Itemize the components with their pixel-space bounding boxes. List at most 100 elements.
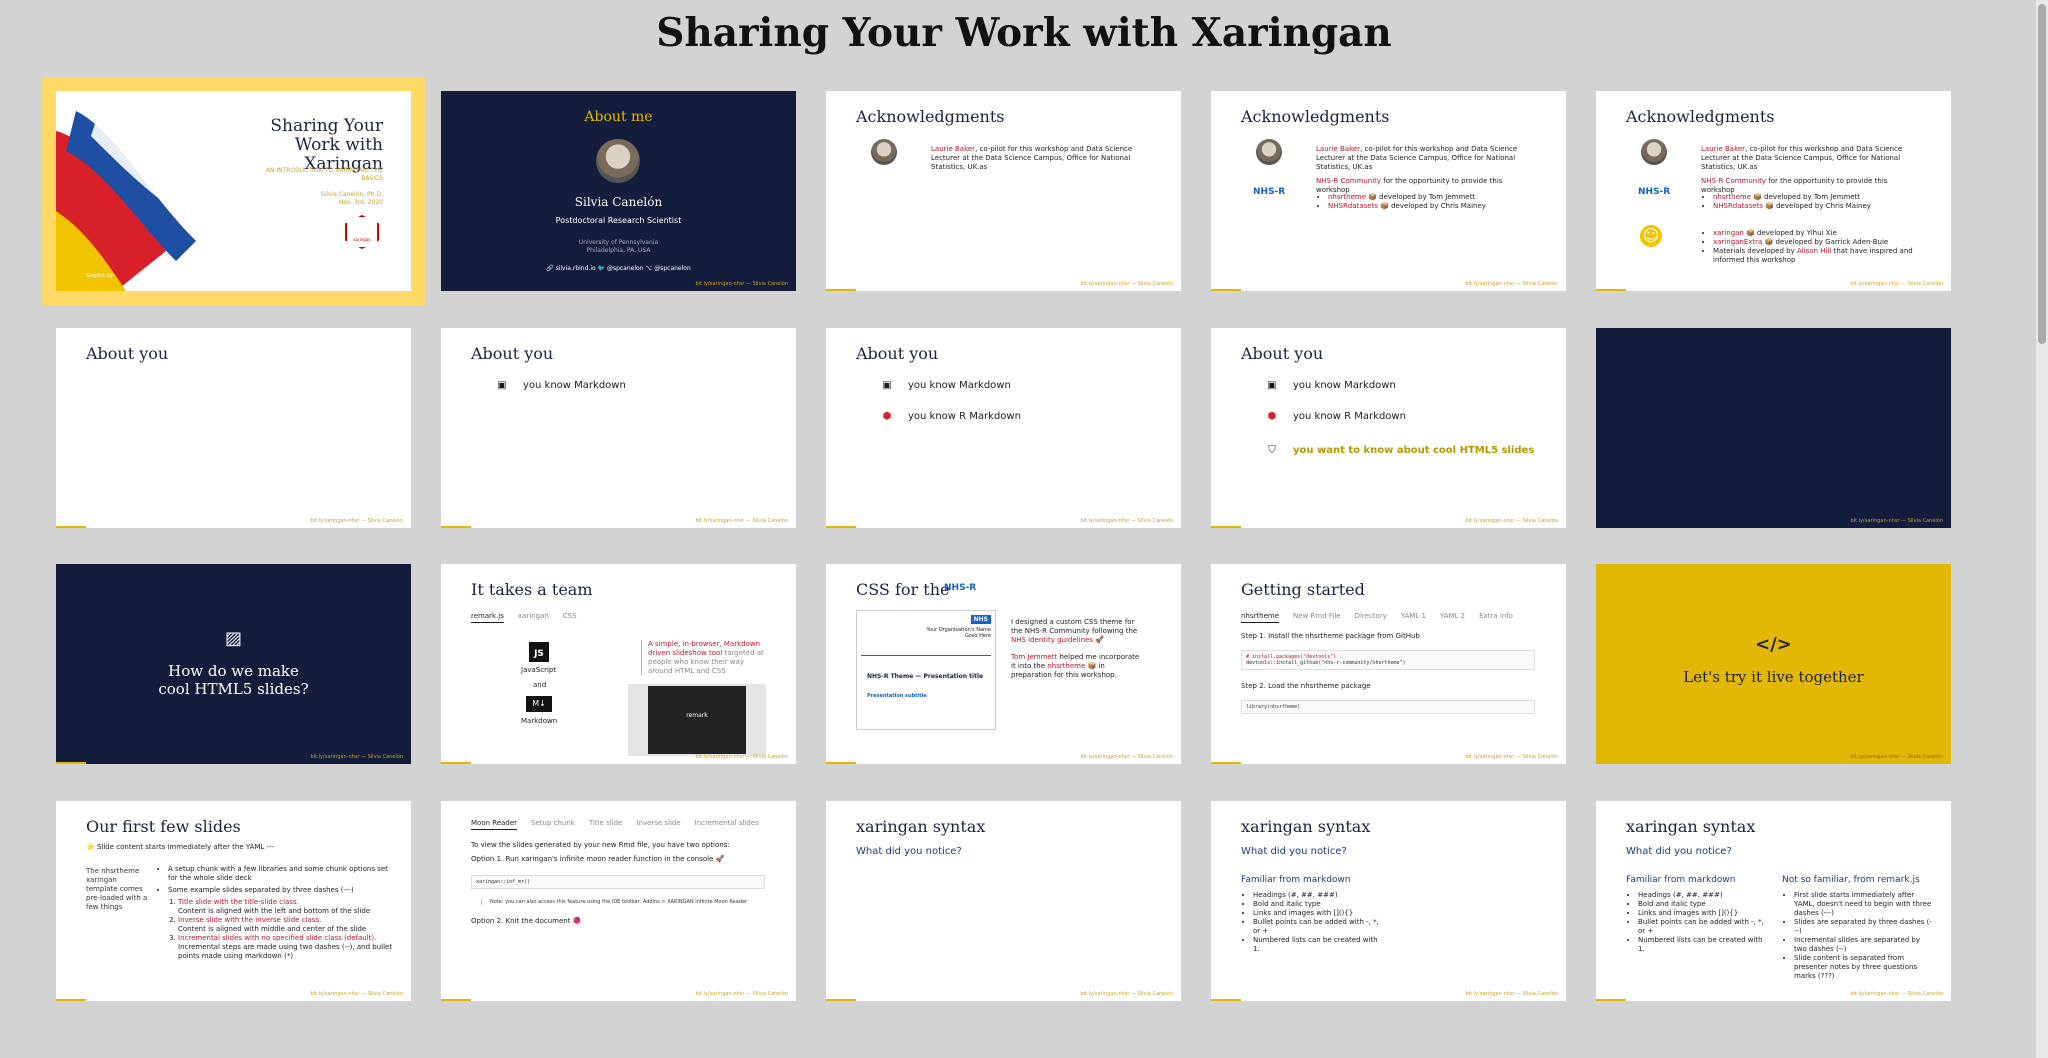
tab-moon-reader[interactable]: Moon Reader xyxy=(471,819,518,830)
avatar xyxy=(871,139,897,165)
image-icon: ▨ xyxy=(224,628,242,649)
page-title: Sharing Your Work with Xaringan xyxy=(656,10,1392,56)
slide-heading: Acknowledgments xyxy=(1626,107,1775,126)
tab-nhsrtheme[interactable]: nhsrtheme xyxy=(1241,612,1280,623)
slide-footer: bit.ly/xaringan-nhsr — Silvia Canelón xyxy=(695,281,788,287)
slide-footer: bit.ly/xaringan-nhsr — Silvia Canelón xyxy=(1080,754,1173,760)
tab-bar: nhsrtheme New Rmd File Directory YAML 1 … xyxy=(1241,612,1513,623)
author-link[interactable]: Alison Hill xyxy=(1797,247,1831,255)
guidelines-link[interactable]: NHS identity guidelines xyxy=(1011,636,1093,644)
slide-heading: About you xyxy=(856,344,939,363)
tab-yaml-1[interactable]: YAML 1 xyxy=(1401,612,1426,623)
slide-footer: bit.ly/xaringan-nhsr — Silvia Canelón xyxy=(1080,281,1173,287)
pkg-link[interactable]: nhsrtheme xyxy=(1328,193,1366,201)
pkg-link[interactable]: nhsrtheme xyxy=(1047,662,1085,670)
slide-12-team[interactable]: It takes a team remark.js xaringan CSS J… xyxy=(441,564,796,764)
progress-bar xyxy=(56,999,86,1001)
list-item: xaringanExtra 📦 developed by Garrick Ade… xyxy=(1713,238,1928,247)
slide-footer: bit.ly/xaringan-nhsr — Silvia Canelón xyxy=(1850,991,1943,997)
list-label: Title slide with the title-slide class. xyxy=(178,898,299,906)
list-item: Title slide with the title-slide class.C… xyxy=(178,898,396,916)
slide-17-moon-reader[interactable]: Moon Reader Setup chunk Title slide Inve… xyxy=(441,801,796,1001)
familiar-heading: Familiar from markdown xyxy=(1241,875,1351,885)
profile-name: Silvia Canelón xyxy=(574,195,663,209)
slide-18-syntax[interactable]: xaringan syntax What did you notice? bit… xyxy=(826,801,1181,1001)
list-desc: Content is aligned with middle and cente… xyxy=(178,925,367,933)
profile-role: Postdoctoral Research Scientist xyxy=(555,216,682,225)
slide-14-getting-started[interactable]: Getting started nhsrtheme New Rmd File D… xyxy=(1211,564,1566,764)
list-label: Incremental slides with no specified sli… xyxy=(178,934,377,942)
slide-19-syntax[interactable]: xaringan syntax What did you notice? Fam… xyxy=(1211,801,1566,1001)
person-link[interactable]: Tom Jemmett xyxy=(1011,653,1057,661)
slide-footer: bit.ly/xaringan-nhsr — Silvia Canelón xyxy=(1465,754,1558,760)
nhsr-link[interactable]: NHS-R Community xyxy=(1316,177,1381,185)
progress-bar xyxy=(826,289,856,291)
tab-inverse-slide[interactable]: Inverse slide xyxy=(636,819,680,830)
slide-10-blank[interactable]: bit.ly/xaringan-nhsr — Silvia Canelón xyxy=(1596,328,1951,528)
pkg-link[interactable]: xaringan xyxy=(1713,229,1744,237)
nhsr-link[interactable]: NHS-R Community xyxy=(1701,177,1766,185)
slide-footer: bit.ly/xaringan-nhsr — Silvia Canelón xyxy=(695,991,788,997)
avatar xyxy=(596,139,640,183)
xaringan-logo: xaringan xyxy=(345,215,379,249)
slide-11-question[interactable]: ▨ How do we make cool HTML5 slides? bit.… xyxy=(56,564,411,764)
progress-bar xyxy=(56,762,86,764)
list-item: Links and images with [](){} xyxy=(1638,909,1768,918)
about-text: you know Markdown xyxy=(523,380,626,391)
graphic-credit: Graphic by xyxy=(86,273,114,279)
tab-setup-chunk[interactable]: Setup chunk xyxy=(531,819,575,830)
ack-link[interactable]: Laurie Baker xyxy=(931,145,975,153)
slide-6-about-you[interactable]: About you bit.ly/xaringan-nhsr — Silvia … xyxy=(56,328,411,528)
tab-new-rmd[interactable]: New Rmd File xyxy=(1293,612,1341,623)
scrollbar-thumb[interactable] xyxy=(2038,4,2046,344)
tab-remark[interactable]: remark.js xyxy=(471,612,504,623)
ack-link[interactable]: Laurie Baker xyxy=(1701,145,1745,153)
vertical-scrollbar[interactable] xyxy=(2036,0,2048,1058)
slide-heading: xaringan syntax xyxy=(1241,817,1371,836)
pkg-link[interactable]: nhsrtheme xyxy=(1713,193,1751,201)
list-item: Incremental slides are separated by two … xyxy=(1794,936,1934,954)
progress-bar xyxy=(1596,999,1626,1001)
slide-15-live[interactable]: </> Let's try it live together bit.ly/xa… xyxy=(1596,564,1951,764)
progress-bar xyxy=(826,999,856,1001)
tab-title-slide[interactable]: Title slide xyxy=(589,819,623,830)
list-desc: Incremental steps are made using two das… xyxy=(178,943,393,960)
pkg-link[interactable]: xaringanExtra xyxy=(1713,238,1762,246)
pkg-desc: 📦 developed by Chris Mainey xyxy=(1377,202,1486,210)
pkg-desc: 📦 developed by Tom Jemmett xyxy=(1366,193,1476,201)
slide-2-about-me[interactable]: About me Silvia Canelón Postdoctoral Res… xyxy=(441,91,796,291)
slide-3-acknowledgments[interactable]: Acknowledgments Laurie Baker, co-pilot f… xyxy=(826,91,1181,291)
progress-bar xyxy=(826,526,856,528)
tab-directory[interactable]: Directory xyxy=(1355,612,1387,623)
ack-text: Laurie Baker, co-pilot for this workshop… xyxy=(1316,145,1536,172)
slide-9-about-you[interactable]: About you ▣ you know Markdown ⬢ you know R… xyxy=(1211,328,1566,528)
tab-xaringan[interactable]: xaringan xyxy=(518,612,549,623)
slide-16-first-slides[interactable]: Our first few slides ⭐ Slide content sta… xyxy=(56,801,411,1001)
code-icon: </> xyxy=(1755,634,1792,655)
css-description: I designed a custom CSS theme for the NH… xyxy=(1011,618,1146,680)
pkg-link[interactable]: NHSRdatasets xyxy=(1713,202,1763,210)
slide-4-acknowledgments[interactable]: Acknowledgments Laurie Baker, co-pilot f… xyxy=(1211,91,1566,291)
list-item: Bold and italic type xyxy=(1253,900,1383,909)
tab-incremental-slides[interactable]: Incremental slides xyxy=(695,819,759,830)
slide-heading: xaringan syntax xyxy=(1626,817,1756,836)
slide-5-acknowledgments[interactable]: Acknowledgments Laurie Baker, co-pilot f… xyxy=(1596,91,1951,291)
slide-20-syntax[interactable]: xaringan syntax What did you notice? Fam… xyxy=(1596,801,1951,1001)
slide-8-about-you[interactable]: About you ▣ you know Markdown ⬢ you know R… xyxy=(826,328,1181,528)
pkg-desc: 📦 developed by Chris Mainey xyxy=(1762,202,1871,210)
tab-yaml-2[interactable]: YAML 2 xyxy=(1440,612,1465,623)
about-text: you know Markdown xyxy=(908,380,1011,391)
markdown-list: Headings (#, ##, ###) Bold and italic ty… xyxy=(1626,891,1768,954)
xaringan-logo-text: xaringan xyxy=(353,237,371,242)
slide-1-title[interactable]: Sharing Your Work with Xaringan AN INTRO… xyxy=(42,77,425,305)
slide-7-about-you[interactable]: About you ▣ you know Markdown bit.ly/xari… xyxy=(441,328,796,528)
ack-link[interactable]: Laurie Baker xyxy=(1316,145,1360,153)
progress-bar xyxy=(1211,999,1241,1001)
progress-bar xyxy=(441,999,471,1001)
pkg-link[interactable]: NHSRdatasets xyxy=(1328,202,1378,210)
tab-extra-info[interactable]: Extra info xyxy=(1479,612,1513,623)
markdown-icon: M↓ xyxy=(526,696,552,712)
tab-css[interactable]: CSS xyxy=(563,612,577,623)
about-me-heading: About me xyxy=(584,109,653,125)
slide-13-css[interactable]: CSS for the NHS-R NHS Your Organisation'… xyxy=(826,564,1181,764)
